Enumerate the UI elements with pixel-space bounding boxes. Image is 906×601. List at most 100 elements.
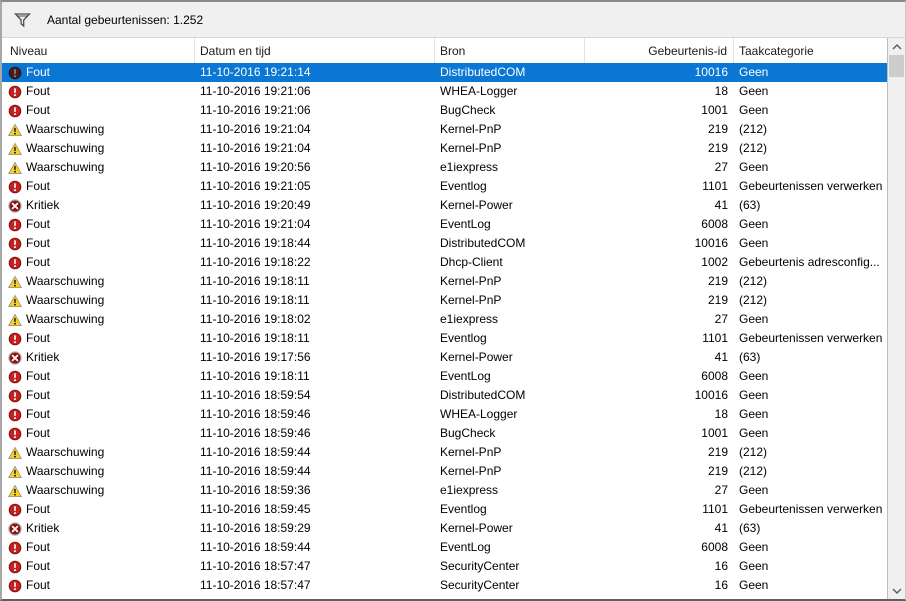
datetime-cell: 11-10-2016 18:59:36 (200, 483, 311, 497)
event-id-cell: 41 (714, 521, 728, 535)
source-cell: EventLog (440, 217, 491, 231)
warning-icon (8, 161, 22, 175)
error-icon (8, 85, 22, 99)
warning-icon (8, 294, 22, 308)
source-cell: DistributedCOM (440, 65, 526, 79)
event-id-cell: 1001 (701, 103, 728, 117)
event-id-cell: 6008 (701, 369, 728, 383)
level-label: Waarschuwing (26, 464, 105, 478)
table-row[interactable]: Fout 11-10-2016 18:59:46 WHEA-Logger 18 Geen (2, 405, 887, 424)
event-id-cell: 16 (714, 559, 728, 573)
datetime-cell: 11-10-2016 19:21:04 (200, 141, 311, 155)
table-row[interactable]: Fout 11-10-2016 18:59:54 DistributedCOM 100… (2, 386, 887, 405)
error-icon (8, 180, 22, 194)
table-row[interactable]: Fout 11-10-2016 19:21:05 Eventlog 1101 Gebeu… (2, 177, 887, 196)
column-header-datum-en-tijd[interactable]: Datum en tijd (195, 38, 435, 63)
table-row[interactable]: Fout 11-10-2016 18:57:47 SecurityCenter 16 G… (2, 576, 887, 595)
table-row[interactable]: Fout 11-10-2016 18:59:46 BugCheck 1001 Geen (2, 424, 887, 443)
source-cell: EventLog (440, 540, 491, 554)
table-row[interactable]: Waarschuwing 11-10-2016 19:20:56 e1iexpres… (2, 158, 887, 177)
category-cell: Geen (739, 426, 769, 440)
table-row[interactable]: Fout 11-10-2016 19:21:06 WHEA-Logger 18 Geen (2, 82, 887, 101)
source-cell: EventLog (440, 369, 491, 383)
level-cell: Waarschuwing (2, 120, 195, 139)
table-row[interactable]: Waarschuwing 11-10-2016 18:59:36 e1iexpres… (2, 481, 887, 500)
event-id-cell: 1101 (702, 331, 728, 345)
level-label: Fout (26, 331, 51, 345)
table-row[interactable]: Waarschuwing 11-10-2016 18:59:44 Kernel-Pn… (2, 443, 887, 462)
event-id-cell: 41 (714, 198, 728, 212)
table-row[interactable]: Fout 11-10-2016 19:18:44 DistributedCOM 100… (2, 234, 887, 253)
table-row[interactable]: Waarschuwing 11-10-2016 19:18:02 e1iexpres… (2, 310, 887, 329)
category-cell: (212) (739, 464, 768, 478)
level-label: Fout (26, 407, 51, 421)
source-cell: DistributedCOM (440, 236, 526, 250)
level-label: Waarschuwing (26, 445, 105, 459)
error-icon (8, 218, 22, 232)
category-cell: Geen (739, 578, 769, 592)
level-label: Waarschuwing (26, 122, 105, 136)
source-cell: DistributedCOM (440, 388, 526, 402)
scrollbar-track[interactable] (888, 55, 905, 582)
table-row[interactable]: Waarschuwing 11-10-2016 19:18:11 Kernel-Pn… (2, 291, 887, 310)
table-row[interactable]: Waarschuwing 11-10-2016 18:59:44 Kernel-Pn… (2, 462, 887, 481)
warning-icon (8, 446, 22, 460)
warning-icon (8, 465, 22, 479)
datetime-cell: 11-10-2016 18:59:54 (200, 388, 311, 402)
error-icon (8, 104, 22, 118)
column-header-gebeurtenis-id[interactable]: Gebeurtenis-id (585, 38, 734, 63)
event-id-cell: 1002 (701, 255, 728, 269)
table-row[interactable]: Waarschuwing 11-10-2016 19:21:04 Kernel-Pn… (2, 139, 887, 158)
column-header-niveau[interactable]: Niveau (2, 38, 195, 63)
source-cell: e1iexpress (440, 160, 499, 174)
table-row[interactable]: Fout 11-10-2016 19:18:11 EventLog 6008 Geen (2, 367, 887, 386)
scroll-up-button[interactable] (888, 38, 905, 55)
table-row[interactable]: Fout 11-10-2016 18:59:45 Eventlog 1101 Gebeu… (2, 500, 887, 519)
level-label: Fout (26, 103, 51, 117)
table-row[interactable]: Kritiek 11-10-2016 19:17:56 Kernel-Power 41… (2, 348, 887, 367)
level-label: Fout (26, 369, 51, 383)
level-label: Fout (26, 236, 51, 250)
datetime-cell: 11-10-2016 18:59:29 (200, 521, 311, 535)
datetime-cell: 11-10-2016 19:18:11 (200, 331, 310, 345)
error-icon (8, 427, 22, 441)
category-cell: Geen (739, 540, 769, 554)
category-cell: (212) (739, 293, 768, 307)
column-header-bron[interactable]: Bron (435, 38, 585, 63)
level-cell: Fout (2, 215, 195, 234)
source-cell: BugCheck (440, 426, 496, 440)
source-cell: Kernel-PnP (440, 122, 502, 136)
datetime-cell: 11-10-2016 18:59:44 (200, 445, 311, 459)
source-cell: SecurityCenter (440, 578, 520, 592)
table-row[interactable]: Fout 11-10-2016 18:57:47 SecurityCenter 16 G… (2, 557, 887, 576)
scroll-down-button[interactable] (888, 582, 905, 599)
event-id-cell: 16 (714, 578, 728, 592)
category-cell: (63) (739, 198, 761, 212)
table-row[interactable]: Fout 11-10-2016 19:21:06 BugCheck 1001 Geen (2, 101, 887, 120)
datetime-cell: 11-10-2016 18:57:47 (200, 559, 311, 573)
category-cell: (212) (739, 274, 768, 288)
vertical-scrollbar[interactable] (887, 38, 905, 599)
table-row[interactable]: Fout 11-10-2016 19:21:04 EventLog 6008 Geen (2, 215, 887, 234)
table-row[interactable]: Kritiek 11-10-2016 19:20:49 Kernel-Power 41… (2, 196, 887, 215)
column-header-taakcategorie[interactable]: Taakcategorie (734, 38, 887, 63)
filter-toolbar: Aantal gebeurtenissen: 1.252 (2, 2, 905, 38)
category-cell: (212) (739, 122, 768, 136)
source-cell: Kernel-PnP (440, 445, 502, 459)
level-label: Waarschuwing (26, 274, 105, 288)
table-row[interactable]: Kritiek 11-10-2016 18:59:29 Kernel-Power 41… (2, 519, 887, 538)
datetime-cell: 11-10-2016 19:18:11 (200, 369, 310, 383)
level-cell: Fout (2, 405, 195, 424)
scrollbar-thumb[interactable] (889, 55, 904, 77)
table-row[interactable]: Waarschuwing 11-10-2016 19:21:04 Kernel-Pn… (2, 120, 887, 139)
table-row[interactable]: Fout 11-10-2016 19:18:22 Dhcp-Client 1002 Ge… (2, 253, 887, 272)
category-cell: Geen (739, 236, 769, 250)
table-row[interactable]: Fout 11-10-2016 18:59:44 EventLog 6008 Geen (2, 538, 887, 557)
table-row[interactable]: Waarschuwing 11-10-2016 19:18:11 Kernel-Pn… (2, 272, 887, 291)
category-cell: Geen (739, 559, 769, 573)
level-label: Waarschuwing (26, 312, 105, 326)
category-cell: Gebeurtenis adresconfig... (739, 255, 880, 269)
table-row[interactable]: Fout 11-10-2016 19:21:14 DistributedCOM 100… (2, 63, 887, 82)
table-row[interactable]: Fout 11-10-2016 19:18:11 Eventlog 1101 Gebeu… (2, 329, 887, 348)
level-cell: Waarschuwing (2, 291, 195, 310)
